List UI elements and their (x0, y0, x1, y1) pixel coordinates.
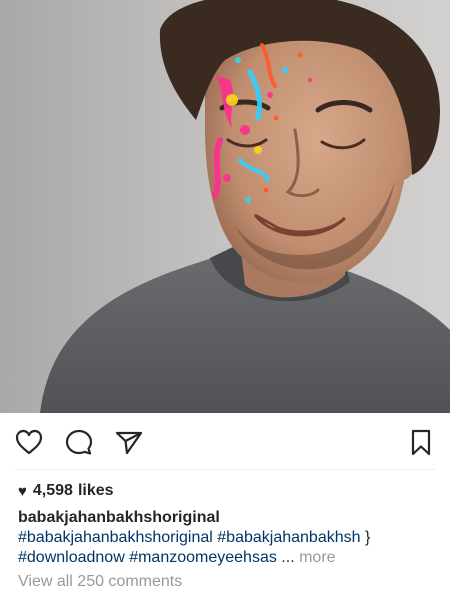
view-all-comments-link[interactable]: View all 250 comments (18, 572, 182, 592)
caption-line-2: #downloadnow #manzoomeyeehsas ... more (18, 548, 438, 568)
post-caption: babakjahanbakhshoriginal #babakjahanbakh… (18, 508, 438, 568)
post-photo-image (0, 0, 450, 413)
action-divider (14, 469, 436, 470)
likes-label: likes (77, 482, 114, 499)
hashtag-link[interactable]: #downloadnow (18, 549, 125, 566)
post-photo[interactable] (0, 0, 450, 413)
caption-more-link[interactable]: more (299, 549, 335, 566)
post-action-bar (0, 413, 450, 470)
hashtag-link[interactable]: #manzoomeyeehsas (129, 549, 277, 566)
likes-count[interactable]: ♥ 4,598 likes (18, 480, 114, 502)
caption-brace: } (364, 529, 371, 546)
caption-username[interactable]: babakjahanbakhshoriginal (18, 508, 438, 528)
paper-plane-icon[interactable] (114, 427, 144, 457)
likes-number: 4,598 (32, 482, 73, 499)
bookmark-outline-icon[interactable] (406, 427, 436, 457)
heart-filled-icon: ♥ (18, 482, 27, 500)
hashtag-link[interactable]: #babakjahanbakhsh (217, 529, 360, 546)
speech-bubble-icon[interactable] (64, 427, 94, 457)
caption-ellipsis: ... (281, 549, 295, 566)
hashtag-link[interactable]: #babakjahanbakhshoriginal (18, 529, 213, 546)
heart-outline-icon[interactable] (14, 427, 44, 457)
caption-line-1: #babakjahanbakhshoriginal #babakjahanbak… (18, 528, 438, 548)
